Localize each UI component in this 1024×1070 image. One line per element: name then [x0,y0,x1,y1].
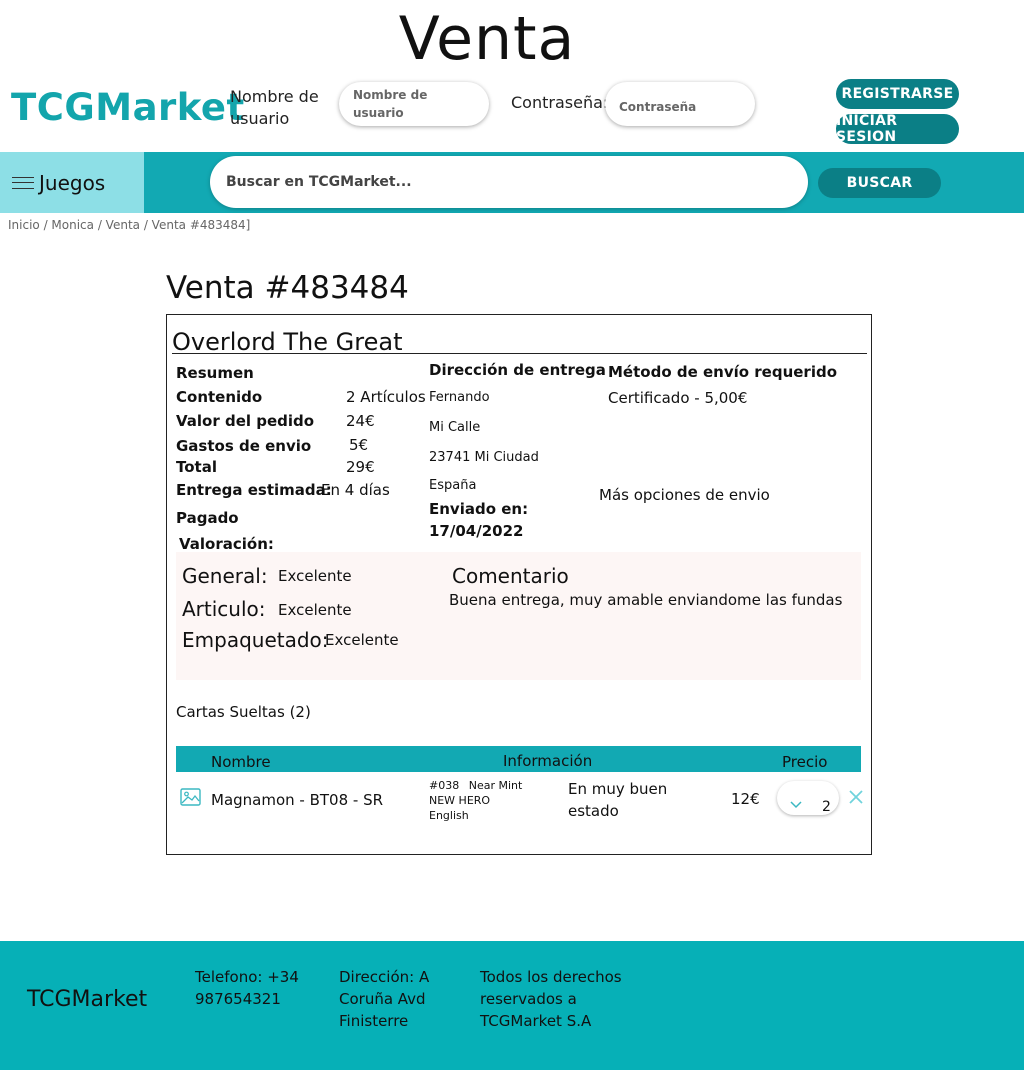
sale-title: Venta #483484 [166,270,409,306]
item-set: NEW HERO [429,794,491,807]
content-label: Contenido [176,388,263,406]
login-button[interactable]: INICIAR SESION [836,113,959,145]
item-name[interactable]: Magnamon - BT08 - SR [211,791,383,809]
content-value: 2 Artículos [346,388,426,406]
username-label-line1: Nombre de [230,87,319,106]
item-number: #038 [429,779,460,792]
footer-address-line3: Finisterre [339,1012,409,1030]
page-heading: Venta [398,4,576,74]
username-placeholder-line1: Nombre de [353,88,428,102]
footer-rights: Todos los derechos reservados a TCGMarke… [480,966,622,1032]
breadcrumb[interactable]: Inicio / Monica / Venta / Venta #483484] [8,218,250,232]
order-value: 24€ [346,412,375,430]
packing-rating-value: Excelente [325,631,399,649]
item-price: 12€ [731,790,760,808]
singles-heading: Cartas Sueltas (2) [176,703,311,721]
order-value-label: Valor del pedido [176,412,315,430]
shipping-method-value: Certificado - 5,00€ [608,389,748,407]
product-name: Overlord The Great [172,328,403,356]
column-info: Información [503,752,593,770]
paid-status: Pagado [176,509,239,527]
sent-label: Enviado en: [429,500,529,518]
search-button[interactable]: BUSCAR [818,168,941,198]
password-input[interactable]: Contraseña [605,82,755,126]
article-rating-value: Excelente [278,601,352,619]
username-label-line2: usuario [230,109,290,128]
item-status-line1: En muy buen [568,780,668,798]
delivery-city: 23741 Mi Ciudad [429,450,539,465]
footer-address: Dirección: A Coruña Avd Finisterre [339,966,429,1032]
brand-logo[interactable]: TCGMarket [11,86,245,129]
estimated-delivery-label: Entrega estimada: [176,481,332,499]
footer-rights-line3: TCGMarket S.A [480,1012,592,1030]
shipping-method-heading: Método de envío requerido [608,363,838,381]
item-condition: Near Mint [468,779,523,792]
username-label: Nombre de usuario [230,86,319,130]
delivery-country: España [429,478,477,493]
footer-brand: TCGMarket [27,987,148,1012]
product-divider [172,353,867,354]
item-status-line2: estado [568,802,619,820]
footer-address-line1: Dirección: A [339,968,430,986]
username-input[interactable]: Nombre de usuario [339,82,489,126]
footer-address-line2: Coruña Avd [339,990,426,1008]
shipping-cost-label: Gastos de envio [176,437,312,455]
username-placeholder-line2: usuario [353,106,404,120]
general-rating-label: General: [182,564,268,588]
search-input[interactable]: Buscar en TCGMarket... [210,156,808,208]
games-menu-label: Juegos [39,170,106,195]
close-icon[interactable] [848,789,864,805]
total-label: Total [176,458,217,476]
chevron-down-icon [789,795,803,809]
footer-phone: Telefono: +34 987654321 [195,966,299,1010]
delivery-heading: Dirección de entrega [429,361,606,379]
column-price: Precio [782,753,828,771]
footer-phone-line2: 987654321 [195,990,281,1008]
rating-heading: Valoración: [179,535,274,553]
comment-text: Buena entrega, muy amable enviandome las… [449,591,843,609]
general-rating-value: Excelente [278,567,352,585]
register-button[interactable]: REGISTRARSE [836,79,959,109]
comment-heading: Comentario [452,564,569,588]
more-shipping-options-link[interactable]: Más opciones de envio [599,486,770,504]
packing-rating-label: Empaquetado: [182,628,329,652]
footer-rights-line1: Todos los derechos [480,968,622,986]
item-status: En muy buen estado [568,778,667,822]
article-rating-label: Articulo: [182,597,266,621]
password-label: Contraseña: [511,93,609,112]
image-placeholder-icon [180,788,201,806]
games-menu[interactable]: Juegos [0,152,144,213]
item-language: English [429,809,469,822]
menu-icon [12,176,34,189]
summary-heading: Resumen [176,364,254,382]
item-info: #038 Near Mint NEW HERO English [429,778,522,823]
footer-phone-line1: Telefono: +34 [195,968,299,986]
sent-date: 17/04/2022 [429,522,524,540]
footer-rights-line2: reservados a [480,990,577,1008]
quantity-value: 2 [822,799,831,815]
delivery-name: Fernando [429,390,490,405]
delivery-street: Mi Calle [429,420,481,435]
shipping-cost-value: 5€ [349,436,369,454]
estimated-delivery-value: En 4 días [321,481,390,499]
total-value: 29€ [346,458,375,476]
column-name: Nombre [211,753,271,771]
